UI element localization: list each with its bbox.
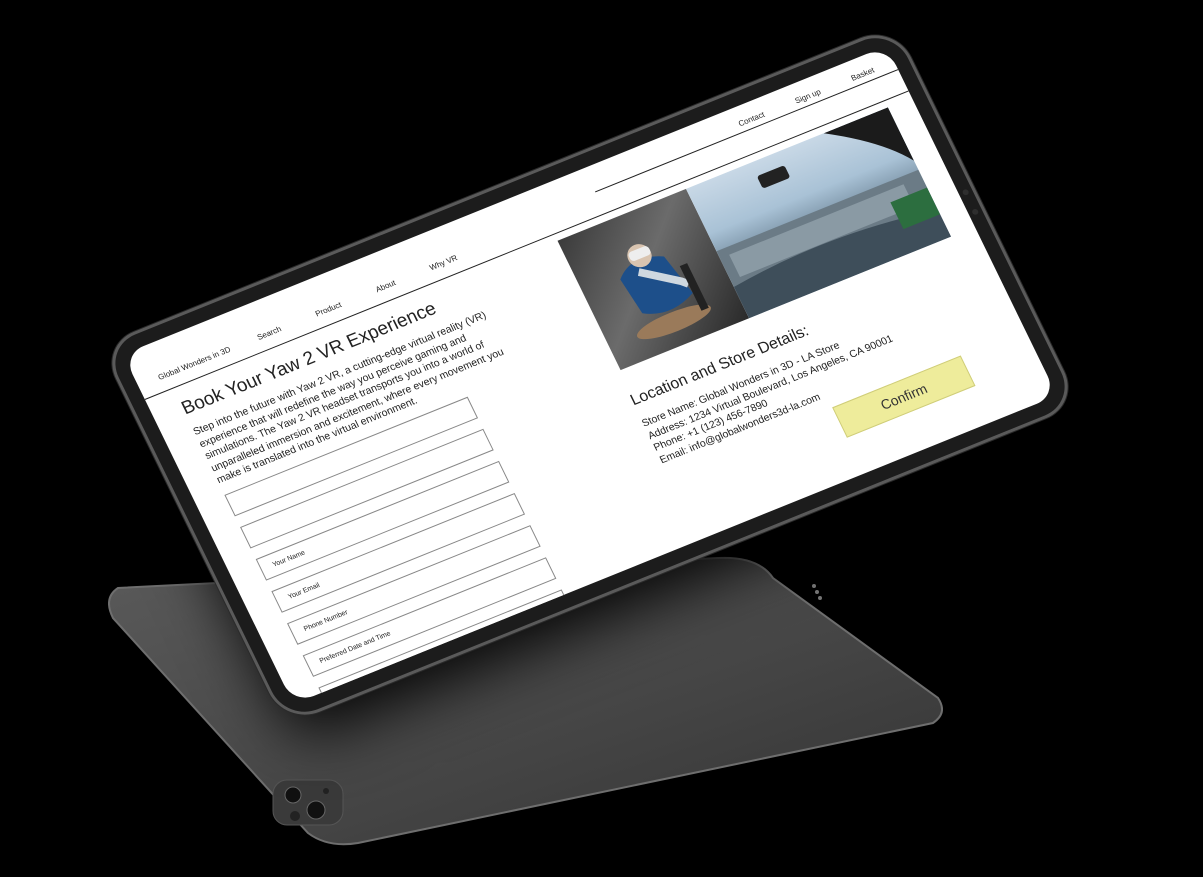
nav-link-why-vr[interactable]: Why VR xyxy=(428,253,459,272)
nav-link-sign-up[interactable]: Sign up xyxy=(793,87,822,105)
front-camera-icon xyxy=(961,188,970,197)
nav-link-contact[interactable]: Contact xyxy=(737,110,766,128)
nav-link-search[interactable]: Search xyxy=(256,324,283,341)
camera-module-icon xyxy=(272,779,344,826)
sensor-icon xyxy=(971,208,980,216)
nav-link-product[interactable]: Product xyxy=(314,300,343,318)
smart-connector-icon xyxy=(812,584,822,600)
nav-link-about[interactable]: About xyxy=(374,278,397,294)
nav-right-links: Contact Sign up Basket xyxy=(737,66,876,129)
brand-logo[interactable]: Global Wonders in 3D xyxy=(157,345,233,382)
